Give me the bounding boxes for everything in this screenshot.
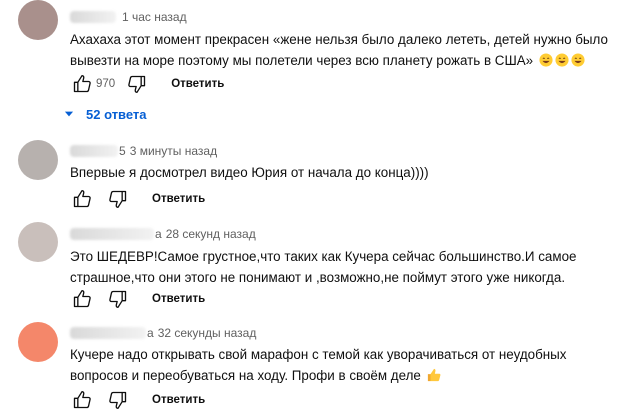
author-name-blurred[interactable] bbox=[70, 11, 116, 23]
thumb-down-icon bbox=[109, 190, 127, 208]
comment-text-line: вывезти на море поэтому мы полетели чере… bbox=[70, 50, 618, 71]
grinning-face-icon bbox=[555, 53, 569, 67]
thumb-up-icon bbox=[73, 190, 91, 208]
comment-time[interactable]: 32 секунды назад bbox=[158, 326, 257, 340]
grinning-face-icon bbox=[571, 53, 585, 67]
reply-button[interactable]: Ответить bbox=[152, 394, 205, 406]
replies-count: 52 ответа bbox=[86, 106, 147, 122]
reply-button[interactable]: Ответить bbox=[152, 193, 205, 205]
like-count: 970 bbox=[96, 78, 116, 90]
comment-time[interactable]: 3 минуты назад bbox=[130, 144, 217, 158]
comment-text-line: Ахахаха этот момент прекрасен «жене нель… bbox=[70, 32, 608, 47]
comment-header: 1 час назад bbox=[70, 9, 187, 25]
avatar[interactable] bbox=[18, 322, 58, 362]
thumb-up-icon bbox=[73, 75, 91, 93]
author-name-tail[interactable]: 5 bbox=[119, 144, 126, 158]
avatar[interactable] bbox=[18, 0, 58, 40]
like-button[interactable] bbox=[70, 72, 94, 96]
thumb-down-icon bbox=[128, 75, 146, 94]
comment-actions: Ответить bbox=[70, 287, 205, 311]
comment-text-line: вопросов и переобуваться на ходу. Профи … bbox=[70, 365, 618, 386]
comment-time[interactable]: 28 секунд назад bbox=[166, 227, 256, 241]
view-replies-button[interactable]: 52 ответа bbox=[62, 100, 147, 128]
comment-time[interactable]: 1 час назад bbox=[122, 10, 187, 24]
thumbs-up-emoji-icon bbox=[427, 368, 441, 382]
author-name-blurred[interactable] bbox=[70, 228, 154, 240]
comment-header: а 28 секунд назад bbox=[70, 226, 256, 242]
thumb-up-icon bbox=[73, 391, 91, 409]
thumb-up-icon bbox=[73, 290, 91, 308]
dislike-button[interactable] bbox=[106, 187, 130, 211]
comment-header: а 32 секунды назад bbox=[70, 325, 256, 341]
comment-text: Кучере надо открывать свой марафон с тем… bbox=[70, 344, 618, 386]
chevron-down-icon bbox=[64, 111, 74, 117]
author-name-tail[interactable]: а bbox=[155, 227, 162, 241]
dislike-button[interactable] bbox=[106, 287, 130, 311]
avatar[interactable] bbox=[18, 222, 58, 262]
author-name-blurred[interactable] bbox=[70, 145, 118, 157]
comment-text: Ахахаха этот момент прекрасен «жене нель… bbox=[70, 29, 618, 71]
like-button[interactable] bbox=[70, 388, 94, 412]
comment-text-line: страшное,что они этого не понимают и ,во… bbox=[70, 270, 566, 285]
comment-actions: 970 Ответить bbox=[70, 72, 224, 96]
thumb-down-icon bbox=[109, 391, 127, 409]
reply-button[interactable]: Ответить bbox=[171, 78, 224, 90]
author-name-blurred[interactable] bbox=[70, 327, 146, 339]
comment-header: 5 3 минуты назад bbox=[70, 143, 217, 159]
reply-button[interactable]: Ответить bbox=[152, 293, 205, 305]
author-name-tail[interactable]: а bbox=[147, 326, 154, 340]
like-button[interactable] bbox=[70, 187, 94, 211]
dislike-button[interactable] bbox=[125, 72, 149, 96]
dislike-button[interactable] bbox=[106, 388, 130, 412]
avatar[interactable] bbox=[18, 140, 58, 180]
comment-text-line: Кучере надо открывать свой марафон с тем… bbox=[70, 347, 567, 362]
comment-text-line: Впервые я досмотрел видео Юрия от начала… bbox=[70, 165, 429, 180]
grinning-face-icon bbox=[539, 53, 553, 67]
comment-text: Впервые я досмотрел видео Юрия от начала… bbox=[70, 162, 618, 183]
comment-actions: Ответить bbox=[70, 388, 205, 412]
comment-text: Это ШЕДЕВР!Самое грустное,что таких как … bbox=[70, 246, 618, 288]
like-button[interactable] bbox=[70, 287, 94, 311]
comment-actions: Ответить bbox=[70, 187, 205, 211]
thumb-down-icon bbox=[109, 290, 127, 308]
comment-text-line: Это ШЕДЕВР!Самое грустное,что таких как … bbox=[70, 249, 577, 264]
